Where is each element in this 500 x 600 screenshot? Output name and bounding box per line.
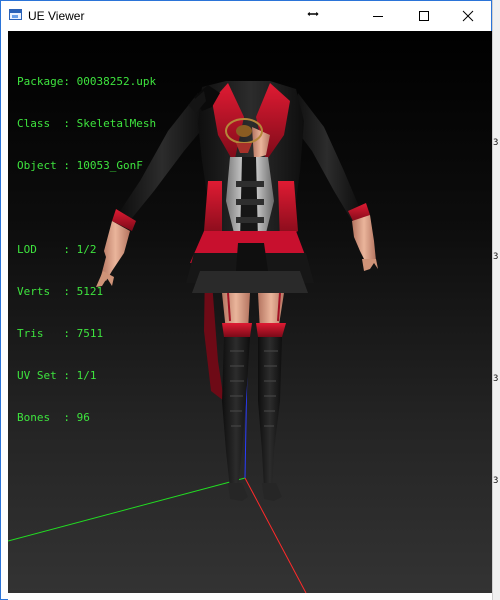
info-row-package: Package: 00038252.upk	[17, 75, 156, 89]
console-glyph: 3	[493, 252, 499, 262]
info-verts-label: Verts :	[17, 285, 70, 298]
info-lod-label: LOD :	[17, 243, 70, 256]
info-uvset-value: 1/1	[76, 369, 97, 382]
info-row-class: Class : SkeletalMesh	[17, 117, 156, 131]
console-glyph: 3	[493, 476, 499, 486]
maximize-button[interactable]	[401, 1, 447, 31]
info-bones-label: Bones :	[17, 411, 70, 424]
info-lod-value: 1/2	[76, 243, 97, 256]
ue-viewer-window: UE Viewer Package: 00038252.upk Class: …	[0, 0, 492, 600]
title-bar[interactable]: UE Viewer	[1, 1, 491, 31]
close-button[interactable]	[445, 1, 491, 31]
info-package-value: 00038252.upk	[76, 75, 157, 88]
info-tris-value: 7511	[76, 327, 104, 340]
axis-y-line	[8, 477, 246, 542]
info-spacer	[17, 201, 156, 215]
info-class-label: Class :	[17, 117, 70, 130]
info-row-bones: Bones : 96	[17, 411, 156, 425]
window-bottom-border	[8, 593, 492, 600]
info-uvset-label: UV Set :	[17, 369, 70, 382]
minimize-icon	[373, 16, 383, 17]
background-console-right: 3 3 3 3	[492, 0, 500, 600]
mesh-info-overlay: Package: 00038252.upk Class : SkeletalMe…	[17, 47, 156, 453]
info-verts-value: 5121	[76, 285, 104, 298]
info-row-uvset: UV Set : 1/1	[17, 369, 156, 383]
3d-viewport[interactable]: Package: 00038252.upk Class : SkeletalMe…	[8, 31, 492, 593]
info-tris-label: Tris :	[17, 327, 70, 340]
close-icon	[462, 10, 474, 22]
info-row-object: Object : 10053_GonF	[17, 159, 156, 173]
maximize-icon	[419, 11, 429, 21]
info-object-label: Object :	[17, 159, 70, 172]
info-row-lod: LOD : 1/2	[17, 243, 156, 257]
app-window-icon	[9, 9, 22, 20]
console-glyph: 3	[493, 138, 499, 148]
info-class-value: SkeletalMesh	[76, 117, 157, 130]
minimize-button[interactable]	[355, 1, 401, 31]
info-object-value: 10053_GonF	[76, 159, 143, 172]
info-package-label: Package:	[17, 75, 70, 88]
resize-cursor-icon	[306, 5, 320, 18]
info-row-tris: Tris : 7511	[17, 327, 156, 341]
window-title: UE Viewer	[28, 9, 85, 23]
info-bones-value: 96	[76, 411, 90, 424]
info-row-verts: Verts : 5121	[17, 285, 156, 299]
console-glyph: 3	[493, 374, 499, 384]
